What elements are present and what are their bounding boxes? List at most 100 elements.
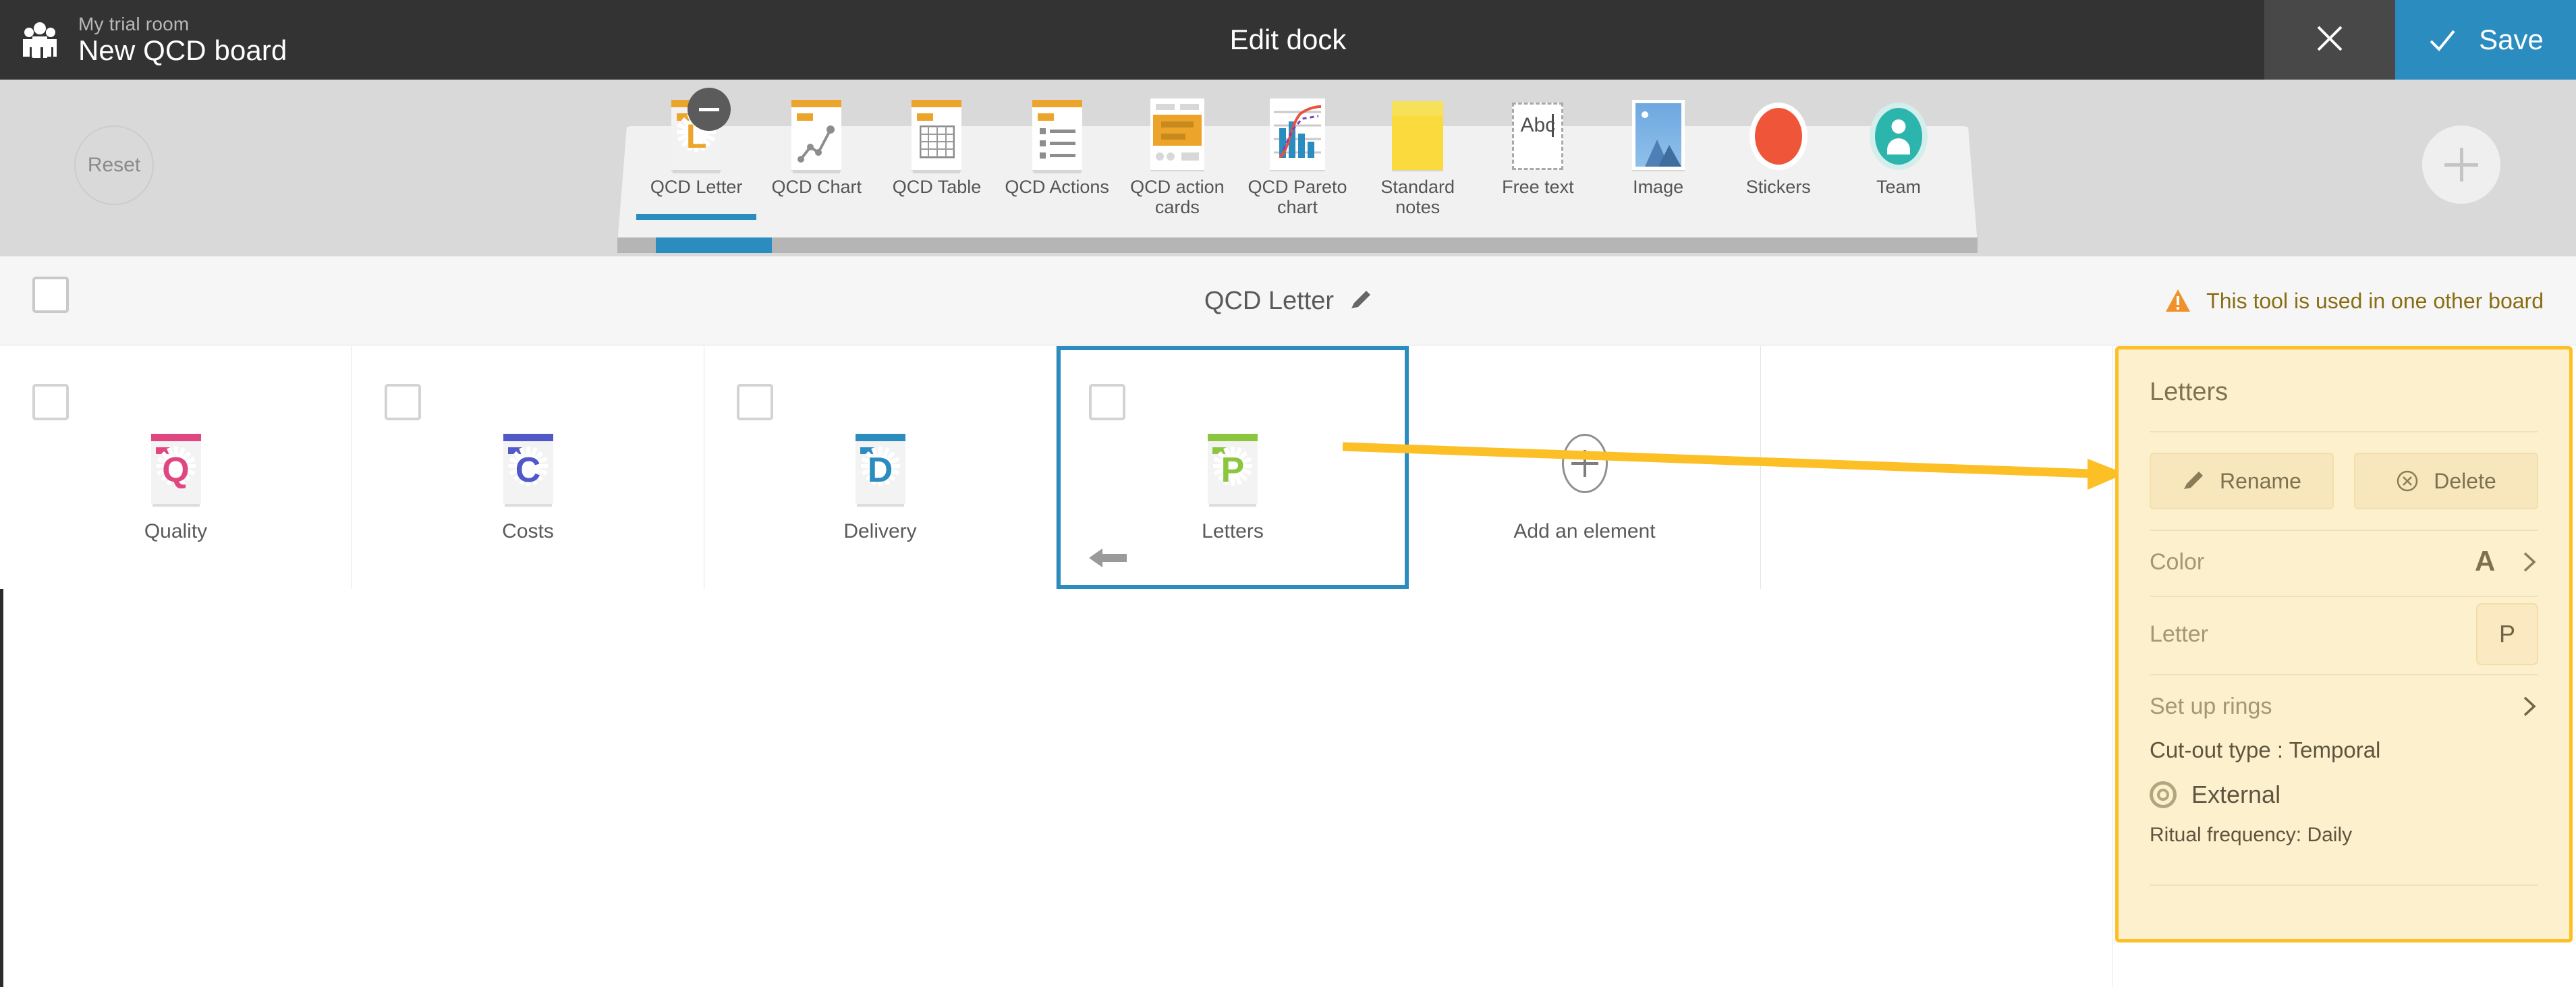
dock-scrollbar[interactable] (617, 237, 1978, 253)
color-value: A (2475, 545, 2538, 577)
element-icon: C (352, 434, 704, 507)
dock-scrollbar-thumb[interactable] (656, 237, 772, 253)
tool-standard-notes[interactable]: Standard notes (1357, 94, 1478, 217)
check-icon (2428, 25, 2457, 55)
save-label: Save (2479, 24, 2544, 55)
tool-label: QCD Table (892, 177, 982, 197)
tool-label: Free text (1502, 177, 1574, 197)
tool-qcd-table[interactable]: QCD Table (876, 94, 997, 197)
qcd-action-cards-icon (1150, 94, 1204, 170)
setup-rings-row[interactable]: Set up rings (2119, 675, 2569, 737)
qcd-pareto-chart-icon (1270, 94, 1326, 170)
setup-rings-label: Set up rings (2150, 693, 2272, 719)
close-icon (2314, 23, 2345, 57)
cutout-type-text: Cut-out type : Temporal (2150, 737, 2381, 762)
tool-list: L QCD Letter QCD Chart QCD Table QCD Act… (617, 88, 1978, 236)
element-icon: D (704, 434, 1056, 507)
delete-button[interactable]: Delete (2354, 453, 2538, 509)
element-card-letters[interactable]: P Letters (1057, 346, 1409, 589)
element-label: Quality (144, 520, 208, 542)
pencil-icon (2182, 470, 2205, 492)
tool-label: Image (1633, 177, 1684, 197)
team-icon (1869, 94, 1928, 170)
panel-title: Letters (2150, 378, 2229, 406)
tool-free-text[interactable]: Abc Free text (1478, 94, 1598, 197)
letter-input[interactable]: P (2476, 603, 2538, 665)
rename-button[interactable]: Rename (2150, 453, 2334, 509)
reset-button[interactable]: Reset (74, 125, 154, 205)
free-text-sample: Abc (1520, 114, 1556, 136)
tool-label: Stickers (1745, 177, 1811, 197)
brand-texts: My trial room New QCD board (78, 13, 287, 66)
tool-stickers[interactable]: Stickers (1718, 94, 1839, 197)
external-label: External (2191, 781, 2281, 808)
element-icon: Q (0, 434, 352, 507)
brand-block: My trial room New QCD board (0, 0, 287, 80)
reset-label: Reset (87, 154, 141, 176)
tool-label: Standard notes (1380, 177, 1455, 218)
panel-divider (2150, 884, 2538, 886)
element-icon: P (1061, 434, 1405, 507)
qcd-chart-icon (791, 94, 842, 173)
board-name: New QCD board (78, 34, 287, 67)
delete-label: Delete (2434, 468, 2496, 493)
letter-row[interactable]: Letter P (2119, 597, 2569, 671)
qcd-table-icon (912, 94, 962, 173)
free-text-icon: Abc (1512, 94, 1564, 170)
color-label: Color (2150, 548, 2205, 575)
tool-label: QCD Pareto chart (1248, 177, 1347, 218)
element-grid: Q Quality C Costs D Delivery P Letters A… (0, 346, 1761, 589)
letter-label: Letter (2150, 621, 2208, 647)
tool-qcd-pareto-chart[interactable]: QCD Pareto chart (1237, 94, 1357, 217)
tool-label: QCD Chart (771, 177, 862, 197)
tool-qcd-chart[interactable]: QCD Chart (756, 94, 876, 197)
standard-notes-icon (1392, 94, 1444, 170)
tool-team[interactable]: Team (1839, 94, 1959, 197)
element-label: Costs (502, 520, 554, 542)
image-icon (1631, 94, 1685, 170)
tool-qcd-actions[interactable]: QCD Actions (997, 94, 1117, 197)
tool-qcd-action-cards[interactable]: QCD action cards (1117, 94, 1237, 217)
element-letter: Q (162, 451, 190, 490)
tool-label: QCD Letter (650, 177, 743, 197)
element-checkbox[interactable] (1089, 384, 1125, 420)
element-checkbox[interactable] (32, 384, 69, 420)
chevron-right-icon (2521, 551, 2538, 573)
tool-image[interactable]: Image (1598, 94, 1718, 197)
target-rings-icon (2150, 781, 2177, 808)
qcd-actions-icon (1032, 94, 1082, 173)
add-tool-button[interactable] (2422, 125, 2500, 204)
save-button[interactable]: Save (2395, 0, 2576, 80)
element-card-costs[interactable]: C Costs (352, 346, 704, 589)
move-left-arrow-icon[interactable] (1088, 543, 1128, 573)
minus-badge-icon[interactable] (688, 88, 731, 131)
warning-banner: This tool is used in one other board (2164, 256, 2544, 345)
rename-label: Rename (2220, 468, 2301, 493)
add-element-card[interactable]: Add an element (1409, 346, 1761, 589)
element-label: Delivery (843, 520, 917, 542)
external-option[interactable]: External (2119, 763, 2569, 809)
color-row[interactable]: Color A (2119, 531, 2569, 593)
tool-label: QCD Actions (1005, 177, 1109, 197)
warning-text: This tool is used in one other board (2206, 288, 2544, 313)
close-button[interactable] (2264, 0, 2395, 80)
element-letter: P (1221, 451, 1245, 490)
element-card-delivery[interactable]: D Delivery (704, 346, 1057, 589)
ritual-frequency-text: Ritual frequency: Daily (2150, 824, 2353, 846)
font-color-icon: A (2475, 545, 2496, 577)
element-label: Letters (1202, 520, 1264, 542)
add-element-label: Add an element (1513, 520, 1656, 542)
element-checkbox[interactable] (385, 384, 421, 420)
top-bar: My trial room New QCD board Save (0, 0, 2576, 80)
plus-circle-icon (1561, 434, 1608, 493)
element-card-quality[interactable]: Q Quality (0, 346, 352, 589)
element-checkbox[interactable] (737, 384, 773, 420)
circle-x-icon (2396, 470, 2419, 492)
tool-qcd-letter[interactable]: L QCD Letter (636, 88, 757, 221)
element-letter: C (515, 451, 541, 490)
qcd-letter-icon: L (671, 88, 731, 173)
warning-triangle-icon (2164, 287, 2191, 314)
select-all-checkbox[interactable] (32, 277, 69, 313)
tool-label: Team (1876, 177, 1921, 197)
panel-action-buttons: Rename Delete (2119, 432, 2569, 509)
